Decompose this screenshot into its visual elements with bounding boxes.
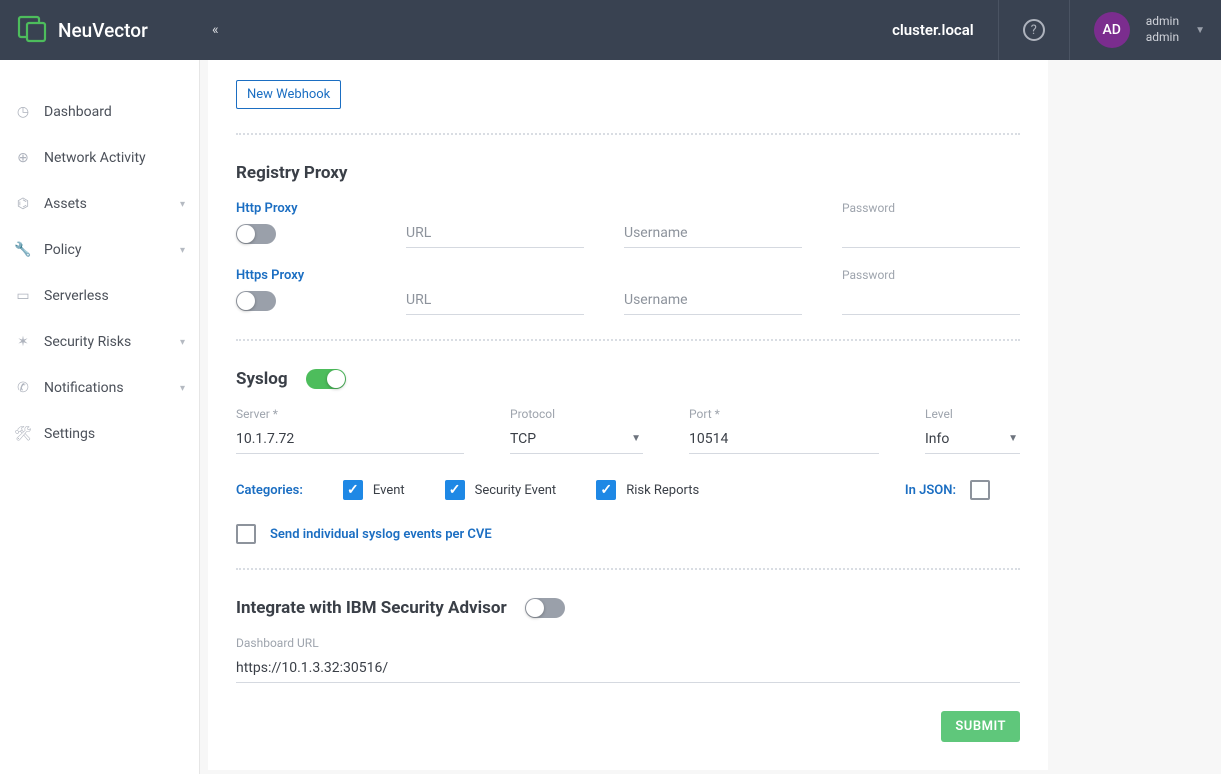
checkbox-icon [596, 480, 616, 500]
categories-label: Categories: [236, 483, 303, 498]
logo[interactable]: NeuVector [16, 14, 196, 46]
submit-button[interactable]: SUBMIT [941, 711, 1020, 742]
category-label: Security Event [475, 483, 557, 498]
dashboard-url-input[interactable] [236, 654, 1020, 683]
neuvector-logo-icon [16, 14, 48, 46]
https-proxy-password-label: Password [842, 268, 1020, 282]
http-proxy-label: Http Proxy [236, 201, 366, 216]
http-proxy-username-input[interactable] [624, 219, 802, 248]
chevron-down-icon: ▼ [1008, 433, 1018, 444]
cluster-name: cluster.local [892, 21, 974, 39]
category-event-checkbox[interactable]: Event [343, 480, 405, 500]
user-info: admin admin [1146, 14, 1179, 45]
http-proxy-toggle[interactable] [236, 224, 276, 244]
sidebar-collapse-icon[interactable]: « [212, 22, 219, 38]
sidebar-item-network-activity[interactable]: ⊕ Network Activity [0, 140, 199, 176]
registry-proxy-title: Registry Proxy [236, 163, 1020, 183]
product-name: NeuVector [58, 19, 148, 42]
new-webhook-button[interactable]: New Webhook [236, 80, 341, 109]
https-proxy-username-input[interactable] [624, 286, 802, 315]
sidebar-item-label: Network Activity [44, 150, 146, 166]
tool-icon: 🛠 [14, 426, 32, 442]
https-proxy-url-input[interactable] [406, 286, 584, 315]
sidebar-item-label: Notifications [44, 380, 124, 396]
chevron-down-icon: ▾ [180, 337, 185, 348]
http-proxy-password-input[interactable] [842, 219, 1020, 248]
sidebar-item-notifications[interactable]: ✆ Notifications ▾ [0, 370, 199, 406]
sidebar-item-dashboard[interactable]: ◷ Dashboard [0, 94, 199, 130]
syslog-protocol-label: Protocol [510, 407, 643, 421]
checkbox-icon [445, 480, 465, 500]
syslog-title-text: Syslog [236, 369, 288, 389]
sidebar-item-label: Settings [44, 426, 95, 442]
app-header: NeuVector « cluster.local ? AD admin adm… [0, 0, 1221, 60]
ibm-toggle[interactable] [525, 598, 565, 618]
wrench-icon: 🔧 [14, 242, 32, 258]
sidebar-item-assets[interactable]: ⌬ Assets ▾ [0, 186, 199, 222]
https-proxy-label: Https Proxy [236, 268, 366, 283]
in-json-checkbox[interactable] [970, 480, 990, 500]
syslog-title: Syslog [236, 369, 1020, 389]
sidebar-item-settings[interactable]: 🛠 Settings [0, 416, 199, 452]
https-proxy-row: Https Proxy Password [236, 268, 1020, 315]
sidebar-item-security-risks[interactable]: ✶ Security Risks ▾ [0, 324, 199, 360]
per-cve-label: Send individual syslog events per CVE [270, 527, 492, 542]
chevron-down-icon: ▾ [180, 199, 185, 210]
user-name: admin [1146, 14, 1179, 30]
chevron-down-icon: ▾ [180, 383, 185, 394]
http-proxy-password-label: Password [842, 201, 1020, 215]
category-risk-reports-checkbox[interactable]: Risk Reports [596, 480, 699, 500]
avatar[interactable]: AD [1094, 12, 1130, 48]
category-label: Event [373, 483, 405, 498]
chevron-down-icon: ▾ [180, 245, 185, 256]
syslog-port-input[interactable] [689, 425, 879, 454]
ibm-title: Integrate with IBM Security Advisor [236, 598, 1020, 618]
category-security-event-checkbox[interactable]: Security Event [445, 480, 557, 500]
category-label: Risk Reports [626, 483, 699, 498]
chevron-down-icon: ▼ [631, 433, 641, 444]
syslog-level-select[interactable]: Info ▼ [925, 425, 1020, 454]
help-icon[interactable]: ? [1023, 19, 1045, 41]
in-json-label: In JSON: [905, 483, 956, 498]
sidebar-item-label: Policy [44, 242, 82, 258]
sidebar-item-policy[interactable]: 🔧 Policy ▾ [0, 232, 199, 268]
cubes-icon: ⌬ [14, 196, 32, 212]
http-proxy-row: Http Proxy Password [236, 201, 1020, 248]
sidebar-item-label: Assets [44, 196, 87, 212]
ibm-title-text: Integrate with IBM Security Advisor [236, 598, 507, 618]
syslog-server-label: Server * [236, 407, 464, 421]
checkbox-icon [343, 480, 363, 500]
syslog-server-input[interactable] [236, 425, 464, 454]
syslog-level-value: Info [925, 425, 1020, 454]
phone-icon: ✆ [14, 380, 32, 396]
settings-panel: New Webhook Registry Proxy Http Proxy Pa… [208, 60, 1048, 770]
gauge-icon: ◷ [14, 104, 32, 120]
syslog-port-label: Port * [689, 407, 879, 421]
syslog-toggle[interactable] [306, 369, 346, 389]
chevron-down-icon[interactable]: ▼ [1195, 25, 1205, 36]
bug-icon: ✶ [14, 334, 32, 350]
sidebar: ◷ Dashboard ⊕ Network Activity ⌬ Assets … [0, 60, 200, 774]
syslog-protocol-select[interactable]: TCP ▼ [510, 425, 643, 454]
https-proxy-toggle[interactable] [236, 291, 276, 311]
user-role: admin [1146, 30, 1179, 46]
globe-icon: ⊕ [14, 150, 32, 166]
syslog-level-label: Level [925, 407, 1020, 421]
https-proxy-password-input[interactable] [842, 286, 1020, 315]
sidebar-item-label: Serverless [44, 288, 109, 304]
per-cve-checkbox[interactable] [236, 524, 256, 544]
laptop-icon: ▭ [14, 288, 32, 304]
sidebar-item-serverless[interactable]: ▭ Serverless [0, 278, 199, 314]
sidebar-item-label: Security Risks [44, 334, 131, 350]
sidebar-item-label: Dashboard [44, 104, 112, 120]
dashboard-url-label: Dashboard URL [236, 636, 1020, 650]
http-proxy-url-input[interactable] [406, 219, 584, 248]
syslog-protocol-value: TCP [510, 425, 643, 454]
